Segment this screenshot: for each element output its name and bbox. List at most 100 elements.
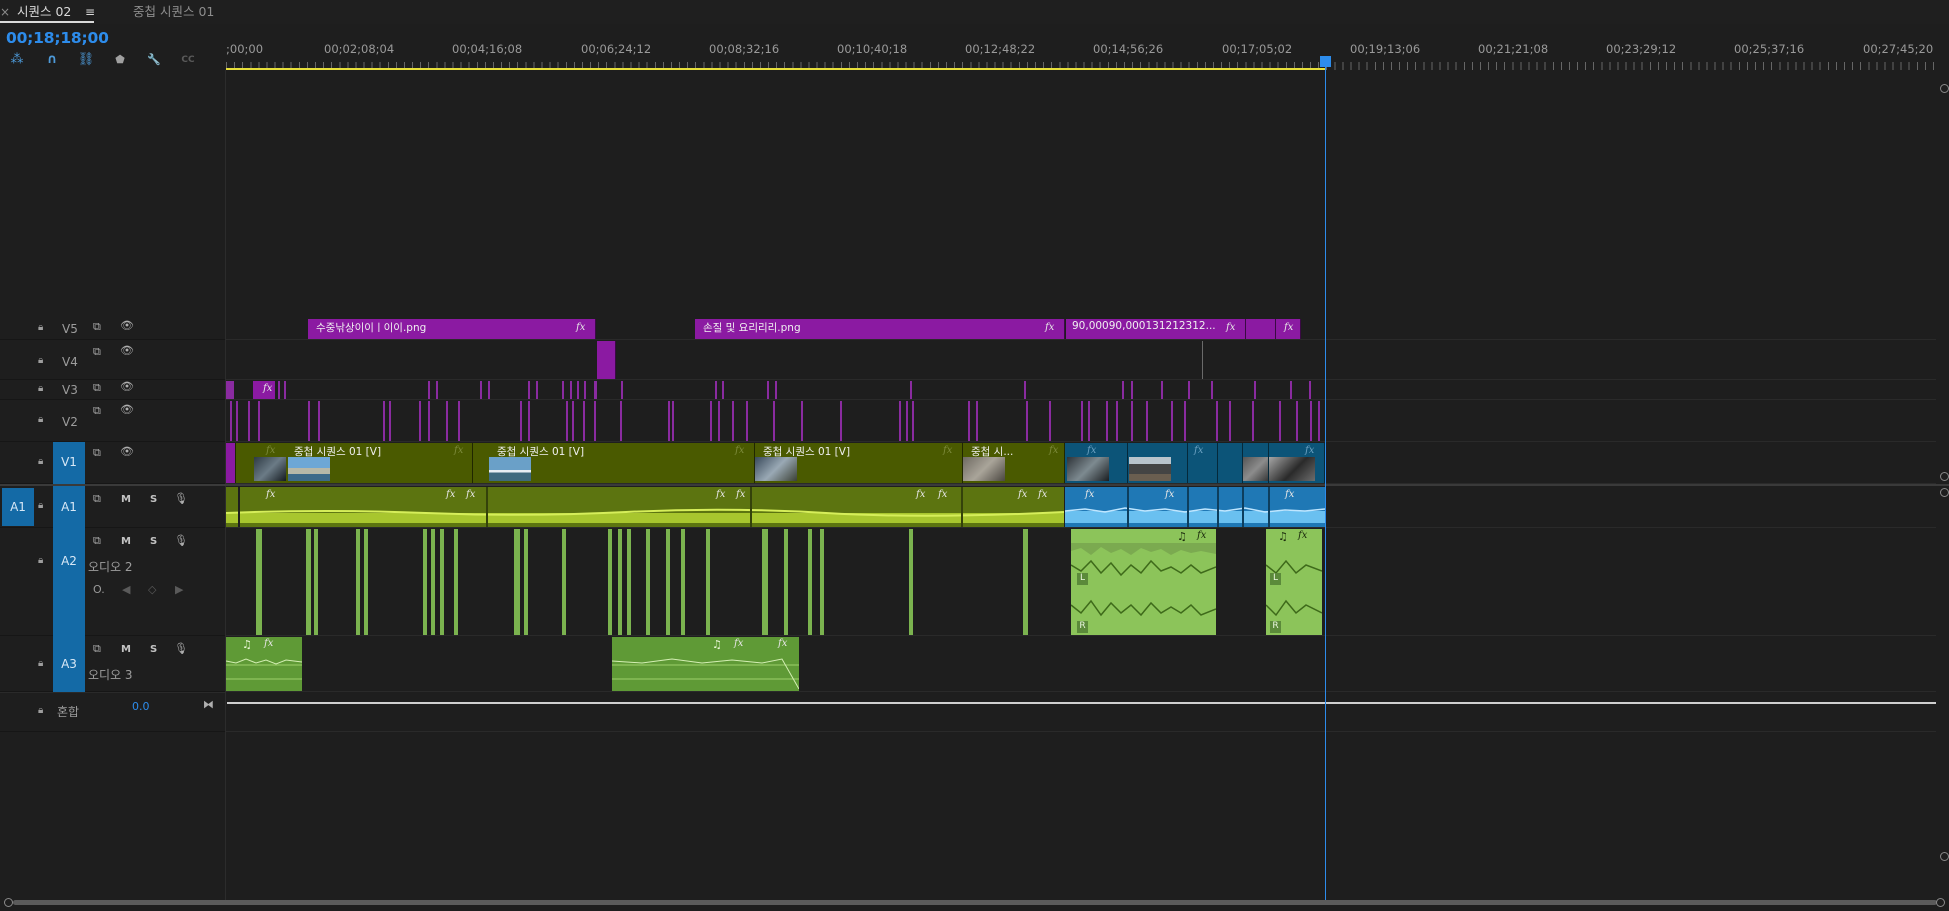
track-header-v3: 🔒︎ V3 ⧉ 👁︎: [0, 380, 225, 400]
solo-button[interactable]: S: [150, 644, 157, 655]
wrench-icon[interactable]: 🔧: [145, 52, 163, 68]
clip-v1-nested[interactable]: 중첩 시... fx: [963, 443, 1065, 483]
microphone-icon[interactable]: 🎙︎: [174, 492, 188, 505]
snap-nest-icon[interactable]: ⁂: [8, 52, 26, 68]
prev-keyframe-icon[interactable]: ◀: [122, 583, 130, 596]
source-patch-a1[interactable]: A1: [2, 488, 34, 526]
clip-a1-nested-audio[interactable]: fx fx fx fx fx fx fx fx fx: [226, 487, 1064, 527]
lane-mix[interactable]: [226, 692, 1936, 732]
clip-v5[interactable]: 90,00090,000131212312... fx: [1066, 319, 1246, 339]
toggle-sync-icon[interactable]: ⧉: [93, 381, 101, 395]
toggle-sync-icon[interactable]: ⧉: [93, 320, 101, 334]
fx-badge: fx: [1038, 489, 1048, 500]
a2-clip-group[interactable]: [226, 529, 1076, 635]
zoom-left-handle[interactable]: [4, 898, 13, 907]
clip-v1-video[interactable]: fx: [1269, 443, 1325, 483]
track-target-a2[interactable]: A2: [53, 528, 85, 636]
solo-button[interactable]: S: [150, 494, 157, 505]
clip-v1-video[interactable]: fx: [1065, 443, 1128, 483]
lock-icon[interactable]: 🔒︎: [38, 500, 43, 511]
marker-icon[interactable]: ⬟: [111, 52, 129, 68]
add-keyframe-icon[interactable]: ◇: [148, 583, 156, 596]
video-scroll-bottom-handle[interactable]: [1940, 472, 1949, 481]
captions-icon[interactable]: CC: [179, 52, 197, 68]
toggle-sync-icon[interactable]: ⧉: [93, 642, 101, 656]
toggle-sync-icon[interactable]: ⧉: [93, 534, 101, 548]
mute-button[interactable]: M: [121, 494, 131, 505]
clip-name: 90,00090,000131212312...: [1072, 320, 1216, 332]
lock-icon[interactable]: 🔒︎: [38, 322, 43, 333]
next-keyframe-icon[interactable]: ▶: [175, 583, 183, 596]
clip-v1-transition[interactable]: [226, 443, 236, 483]
audio-scroll-bottom-handle[interactable]: [1940, 852, 1949, 861]
lock-icon[interactable]: 🔒︎: [38, 355, 43, 366]
work-area-bar[interactable]: [226, 68, 1325, 70]
clip-v1-nested[interactable]: fx 중첩 시퀀스 01 [V] fx: [236, 443, 473, 483]
track-target-a1[interactable]: A1: [53, 486, 85, 528]
time-ruler[interactable]: ;00;00 00;02;08;04 00;04;16;08 00;06;24;…: [226, 36, 1936, 70]
clip-v1-video[interactable]: fx: [1188, 443, 1218, 483]
clip-v5[interactable]: [1246, 319, 1276, 339]
clip-a3-audio[interactable]: ♫ fx fx: [612, 637, 799, 691]
toggle-sync-icon[interactable]: ⧉: [93, 404, 101, 418]
eye-icon[interactable]: 👁︎: [120, 403, 134, 416]
timeline-scrollbar-thumb[interactable]: [13, 900, 1937, 905]
mute-button[interactable]: M: [121, 536, 131, 547]
track-header-v1: 🔒︎ V1 ⧉ 👁︎: [0, 442, 225, 484]
microphone-icon[interactable]: 🎙︎: [174, 642, 188, 655]
mix-volume-value[interactable]: 0.0: [132, 700, 150, 713]
clip-thumbnail: [1269, 457, 1315, 481]
playhead-line[interactable]: [1325, 60, 1326, 900]
track-name: A3: [61, 657, 77, 671]
lock-icon[interactable]: 🔒︎: [38, 555, 43, 566]
source-patch-v1[interactable]: V1: [53, 442, 85, 484]
keyframe-nav-icon[interactable]: O.: [93, 583, 105, 596]
clip-v1-video[interactable]: [1243, 443, 1269, 483]
mix-expand-icon[interactable]: ⧓: [203, 698, 214, 711]
track-target-a3[interactable]: A3: [53, 636, 85, 692]
clip-a1-audio[interactable]: fx fx fx: [1065, 487, 1325, 527]
eye-icon[interactable]: 👁︎: [120, 445, 134, 458]
clip-v1-video[interactable]: [1128, 443, 1188, 483]
lock-icon[interactable]: 🔒︎: [38, 414, 43, 425]
v3-clip-group[interactable]: fx: [226, 381, 1326, 399]
eye-icon[interactable]: 👁︎: [120, 344, 134, 357]
mix-volume-line[interactable]: [227, 702, 1936, 704]
clip-v1-nested[interactable]: 중첩 시퀀스 01 [V] fx: [755, 443, 963, 483]
clip-a3-audio[interactable]: ♫ fx: [226, 637, 302, 691]
video-scroll-top-handle[interactable]: [1940, 84, 1949, 93]
eye-icon[interactable]: 👁︎: [120, 380, 134, 393]
playhead-timecode[interactable]: 00;18;18;00: [6, 29, 109, 47]
clip-a2-audio[interactable]: ♫ fx L R: [1266, 529, 1322, 635]
lock-icon[interactable]: 🔒︎: [38, 705, 43, 716]
lock-icon[interactable]: 🔒︎: [38, 658, 43, 669]
lock-icon[interactable]: 🔒︎: [38, 456, 43, 467]
fx-badge: fx: [263, 383, 273, 394]
tab-nested-sequence-01[interactable]: 중첩 시퀀스 01: [133, 0, 214, 24]
zoom-right-handle[interactable]: [1936, 898, 1945, 907]
lane-a3[interactable]: [226, 636, 1936, 692]
toggle-sync-icon[interactable]: ⧉: [93, 492, 101, 506]
clip-v5[interactable]: 손질 및 요리리리.png fx: [695, 319, 1065, 339]
magnet-icon[interactable]: ∩: [43, 52, 61, 68]
track-name: A1: [61, 500, 77, 514]
clip-v5[interactable]: fx: [1276, 319, 1301, 339]
v2-clip-group[interactable]: [226, 401, 1326, 441]
lane-v4[interactable]: [226, 340, 1936, 380]
clip-v1-nested[interactable]: 중첩 시퀀스 01 [V] fx: [473, 443, 755, 483]
toggle-sync-icon[interactable]: ⧉: [93, 345, 101, 359]
clip-v4[interactable]: [597, 341, 616, 379]
audio-scroll-top-handle[interactable]: [1940, 488, 1949, 497]
clip-a2-audio[interactable]: ♫ fx L R: [1071, 529, 1216, 635]
clip-v5[interactable]: 수중낚상이이ㅣ이이.png fx: [308, 319, 596, 339]
toggle-sync-icon[interactable]: ⧉: [93, 446, 101, 460]
fx-badge: fx: [576, 322, 586, 333]
eye-icon[interactable]: 👁︎: [120, 319, 134, 332]
solo-button[interactable]: S: [150, 536, 157, 547]
linked-selection-icon[interactable]: ⛓: [77, 52, 95, 68]
fx-badge: fx: [916, 489, 926, 500]
clip-v1-video[interactable]: [1218, 443, 1243, 483]
microphone-icon[interactable]: 🎙︎: [174, 534, 188, 547]
lock-icon[interactable]: 🔒︎: [38, 383, 43, 394]
mute-button[interactable]: M: [121, 644, 131, 655]
